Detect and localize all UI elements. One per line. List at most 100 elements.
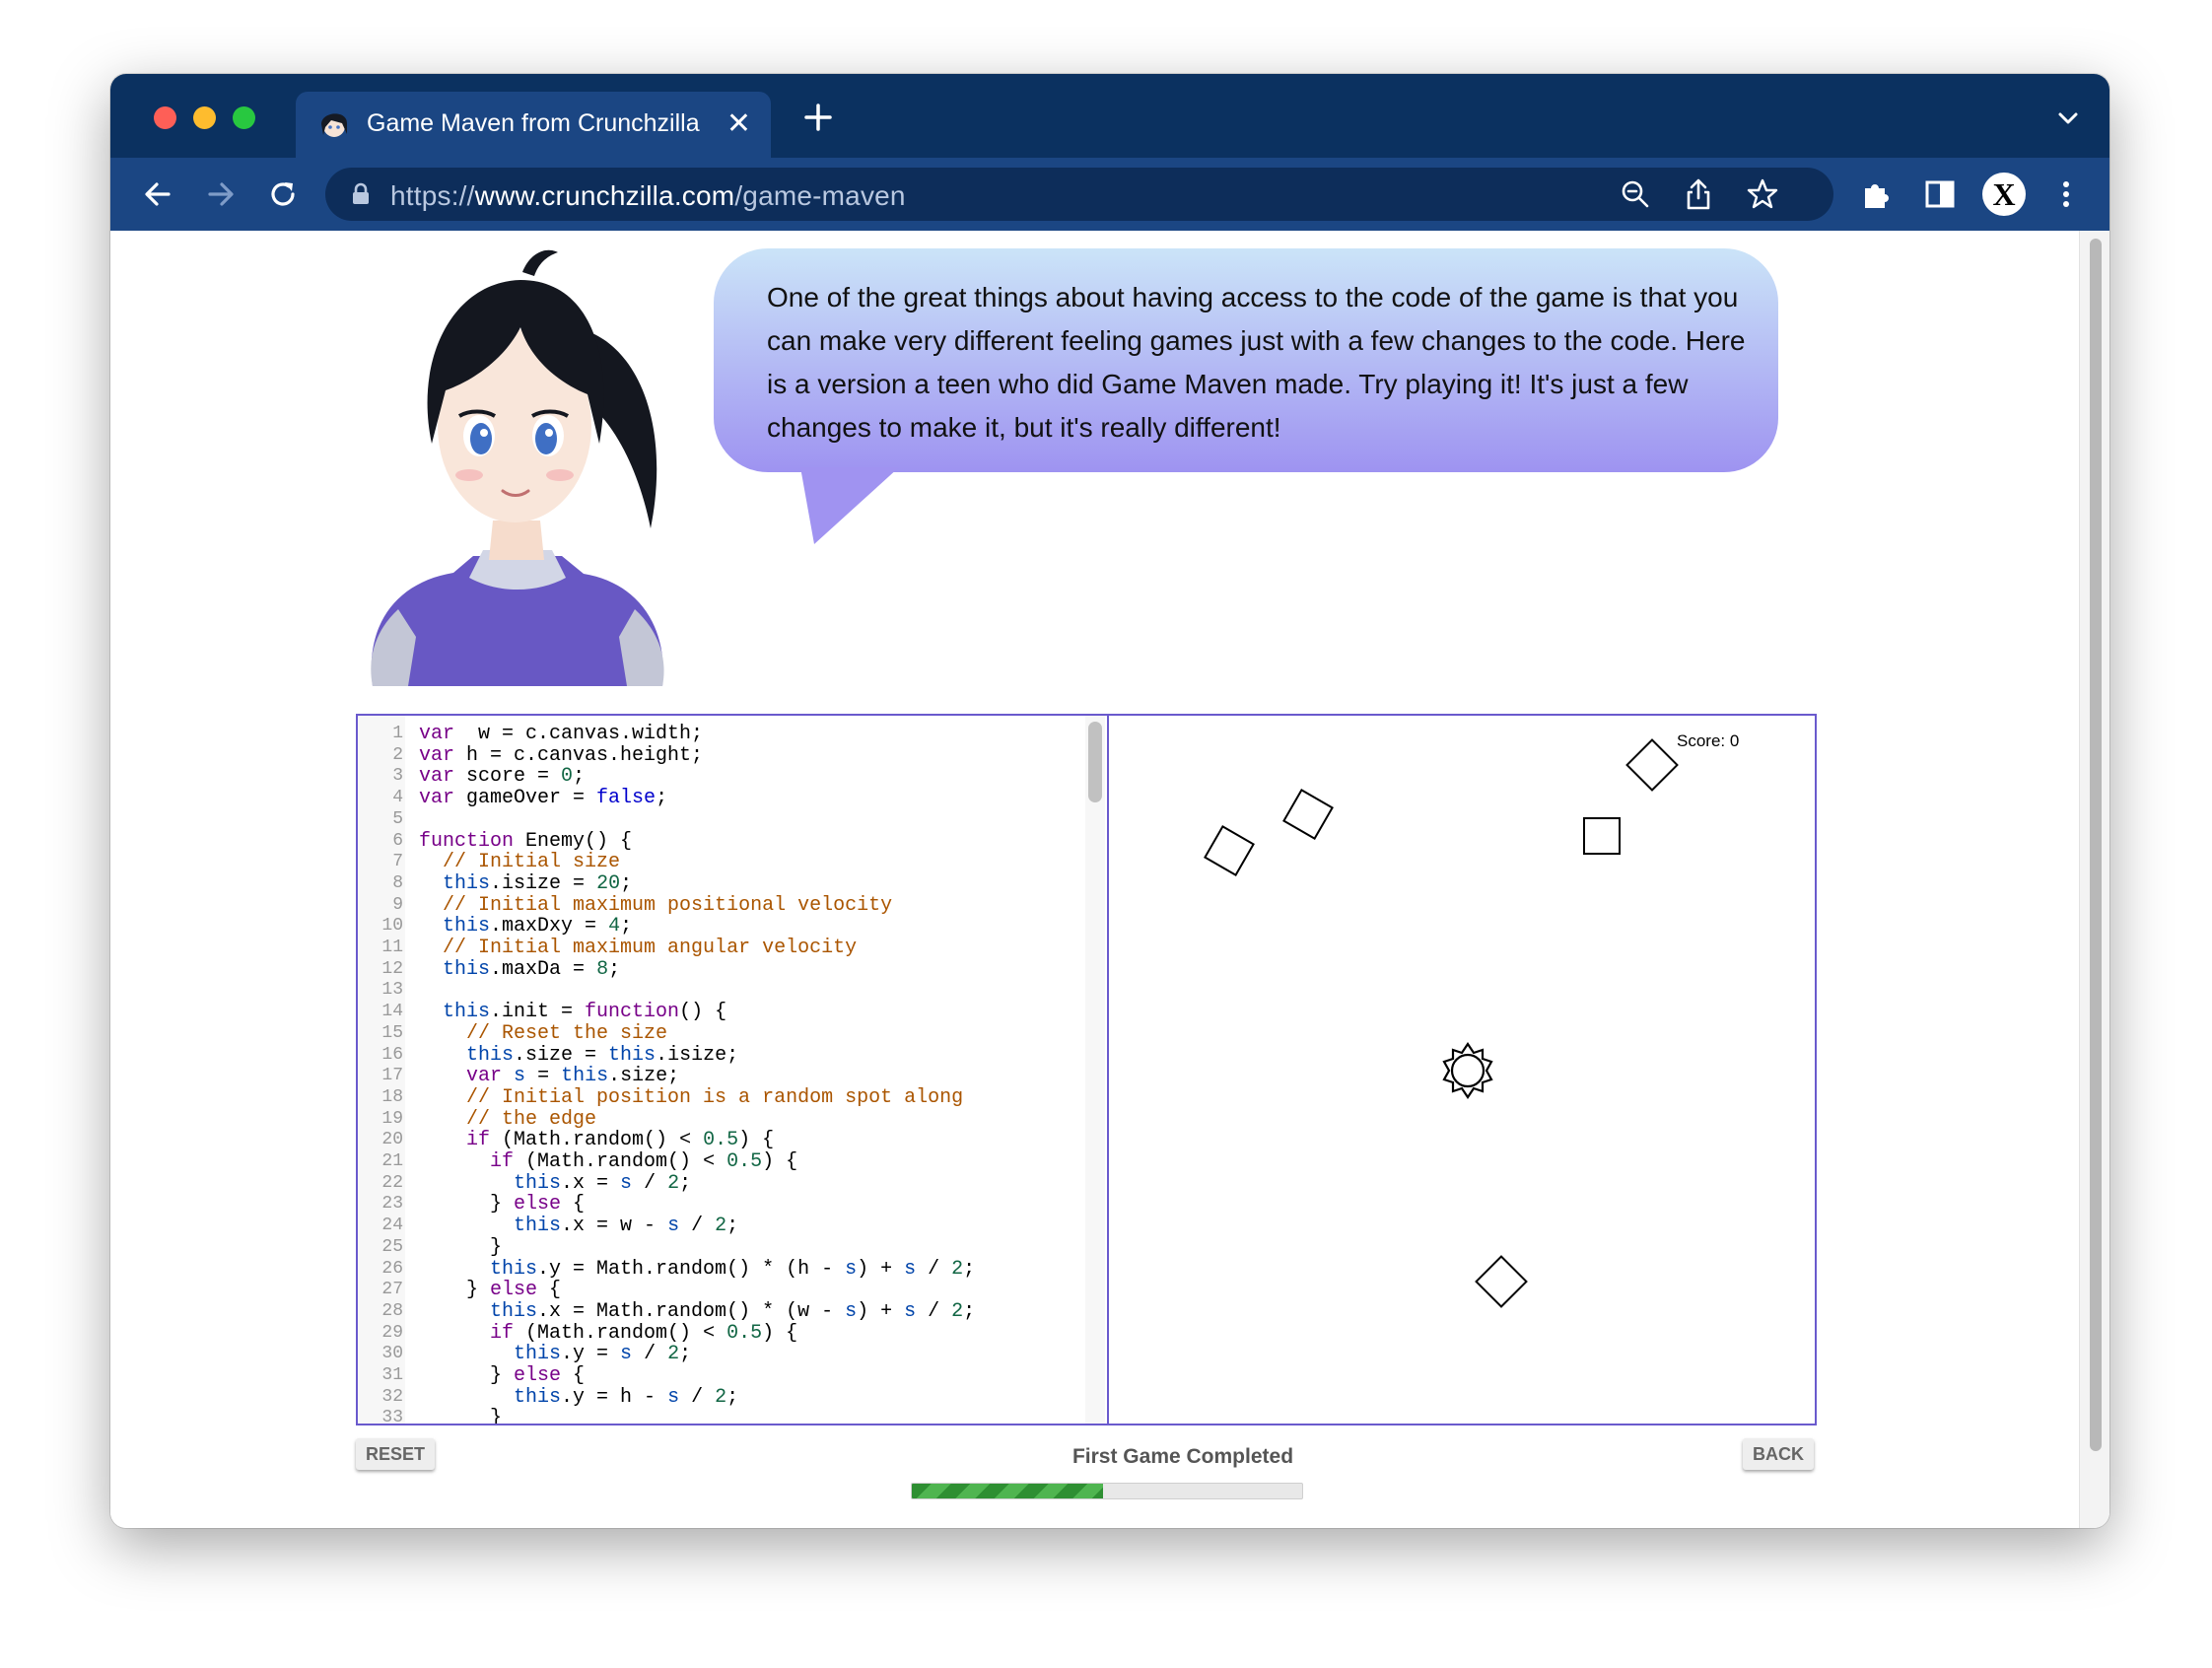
line-number: 33 (381, 1408, 403, 1424)
line-number: 22 (381, 1172, 403, 1193)
line-number: 19 (381, 1108, 403, 1129)
score-display: Score: 0 (1677, 731, 1740, 750)
editor-scroll-thumb[interactable] (1088, 722, 1102, 802)
line-number: 27 (381, 1280, 403, 1300)
tab-game-maven[interactable]: Game Maven from Crunchzilla ✕ (296, 92, 771, 158)
line-number: 23 (381, 1194, 403, 1215)
code-text: this.y = h - s / 2; (514, 1385, 739, 1409)
code-text: var score = 0; (419, 765, 586, 789)
line-number: 18 (381, 1086, 403, 1107)
code-text: // the edge (466, 1107, 597, 1131)
code-text: this.size = this.isize; (466, 1043, 739, 1067)
line-number: 9 (392, 894, 403, 915)
progress-status: First Game Completed (1071, 1445, 1294, 1468)
code-text: // Reset the size (466, 1021, 668, 1045)
code-text: this.y = Math.random() * (h - s) + s / 2… (490, 1257, 976, 1281)
code-text: } else { (419, 1193, 586, 1216)
page-scroll-thumb[interactable] (2090, 239, 2102, 1451)
code-text: this.x = s / 2; (514, 1171, 692, 1195)
line-number: 25 (381, 1236, 403, 1257)
guide-character-illustration (371, 249, 664, 686)
share-icon[interactable] (1682, 176, 1715, 212)
line-number: 21 (381, 1151, 403, 1171)
close-window-button[interactable] (154, 106, 176, 129)
line-number: 17 (381, 1066, 403, 1086)
line-number: 15 (381, 1022, 403, 1043)
line-number: 32 (381, 1386, 403, 1407)
speech-bubble-tail (800, 467, 899, 544)
line-number: 31 (381, 1365, 403, 1385)
code-text: var h = c.canvas.height; (419, 743, 704, 767)
new-tab-plus-icon[interactable] (798, 98, 838, 137)
line-number: 5 (392, 808, 403, 829)
line-number: 6 (392, 830, 403, 851)
editor-scrollbar[interactable] (1085, 716, 1105, 1424)
address-bar[interactable]: https://www.crunchzilla.com/game-maven (325, 168, 1833, 221)
progress-bar-fill (912, 1484, 1104, 1498)
speech-bubble: One of the great things about having acc… (714, 248, 1778, 472)
url-text: https://www.crunchzilla.com/game-maven (390, 180, 906, 211)
enemy-square (1475, 1255, 1528, 1308)
code-text: this.x = w - s / 2; (514, 1215, 739, 1238)
line-number: 30 (381, 1344, 403, 1364)
line-number: 3 (392, 766, 403, 787)
code-editor[interactable]: 1 var w = c.canvas.width; 2 var h = c.canva… (358, 716, 1109, 1424)
code-text: if (Math.random() < 0.5) { (490, 1150, 798, 1173)
code-text: if (Math.random() < 0.5) { (466, 1129, 775, 1152)
zoom-magnifier-icon[interactable] (1619, 177, 1652, 211)
line-number: 20 (381, 1130, 403, 1150)
extensions-puzzle-icon[interactable] (1859, 176, 1895, 212)
game-scene (1204, 738, 1679, 1308)
enemy-square (1583, 817, 1621, 855)
line-number: 1 (392, 724, 403, 743)
player-ship (1442, 1042, 1493, 1099)
game-canvas[interactable]: Score: 0 (1109, 716, 1815, 1424)
enemy-square (1282, 789, 1334, 840)
browser-toolbar: https://www.crunchzilla.com/game-maven X (110, 158, 2109, 231)
code-text: // Initial maximum angular velocity (443, 937, 858, 959)
bookmark-star-icon[interactable] (1745, 176, 1780, 212)
code-text: // Initial position is a random spot alo… (466, 1085, 964, 1109)
code-text: this.isize = 20; (443, 871, 633, 895)
code-text: } (419, 1407, 503, 1424)
back-button[interactable]: BACK (1743, 1438, 1814, 1470)
tab-close-icon[interactable]: ✕ (726, 104, 751, 144)
code-text: if (Math.random() < 0.5) { (490, 1321, 798, 1345)
reset-button[interactable]: RESET (356, 1438, 436, 1470)
line-number: 16 (381, 1044, 403, 1065)
code-text: var s = this.size; (466, 1065, 680, 1088)
code-text: function Enemy() { (419, 829, 633, 853)
code-text: } else { (419, 1279, 562, 1302)
zoom-window-button[interactable] (233, 106, 255, 129)
enemy-square (1625, 738, 1679, 792)
lock-icon (353, 182, 369, 204)
page-scrollbar[interactable] (2079, 231, 2109, 1528)
line-number: 13 (381, 980, 403, 1001)
tab-title: Game Maven from Crunchzilla (367, 109, 700, 137)
code-text: this.maxDxy = 4; (443, 915, 633, 938)
line-number: 2 (392, 744, 403, 765)
tab-search-chevron-icon[interactable] (2056, 109, 2080, 127)
back-arrow-icon[interactable] (140, 176, 175, 212)
code-text: // Initial maximum positional velocity (443, 893, 893, 917)
line-number: 4 (392, 788, 403, 808)
profile-avatar[interactable]: X (1982, 173, 2026, 216)
guide-speech-text: One of the great things about having acc… (767, 282, 1746, 443)
line-number: 11 (381, 938, 403, 957)
reload-icon[interactable] (265, 176, 301, 212)
line-number: 7 (392, 852, 403, 872)
line-number: 10 (381, 916, 403, 937)
browser-window: Game Maven from Crunchzilla ✕ https://ww… (110, 74, 2109, 1528)
code-text: } else { (419, 1364, 586, 1387)
code-game-panel: 1 var w = c.canvas.width; 2 var h = c.canva… (356, 714, 1817, 1425)
code-text: // Initial size (443, 851, 621, 874)
code-text: this.init = function() { (443, 1001, 727, 1024)
forward-arrow-icon[interactable] (203, 176, 239, 212)
line-number: 26 (381, 1258, 403, 1279)
side-panel-icon[interactable] (1922, 176, 1958, 212)
line-number: 14 (381, 1002, 403, 1022)
line-number: 24 (381, 1216, 403, 1236)
minimize-window-button[interactable] (193, 106, 216, 129)
crunchzilla-favicon-icon (321, 113, 347, 137)
browser-menu-dots-icon[interactable] (2048, 176, 2084, 212)
